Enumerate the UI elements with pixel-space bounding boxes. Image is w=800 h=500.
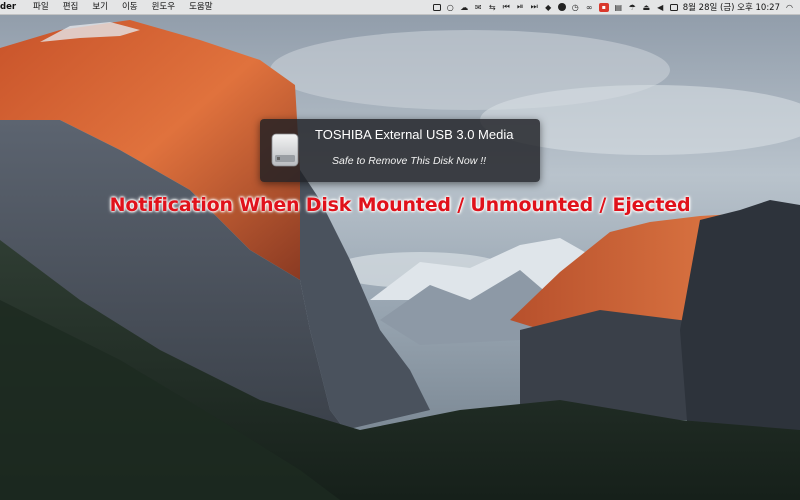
- app-menu[interactable]: der: [0, 0, 26, 14]
- text-input-icon[interactable]: [669, 3, 678, 11]
- menu-bar: der 파일 편집 보기 이동 윈도우 도움말 ○ ☁ ✉ ⇆ ⏮ ⏯ ⏭ ◆ …: [0, 0, 800, 15]
- cloud-icon[interactable]: ☁: [460, 3, 469, 12]
- next-track-icon[interactable]: ⏭: [530, 2, 539, 12]
- glasses-icon[interactable]: ∞: [585, 3, 594, 12]
- menu-bar-status: ○ ☁ ✉ ⇆ ⏮ ⏯ ⏭ ◆ ◷ ∞ ▪ ▤ ☂ ⏏ ◀ 8월 28일 (금)…: [432, 0, 800, 14]
- disk-notification[interactable]: TOSHIBA External USB 3.0 Media Safe to R…: [260, 119, 540, 182]
- menu-window[interactable]: 윈도우: [145, 0, 182, 14]
- flip-icon[interactable]: ⇆: [488, 3, 497, 12]
- pdf-icon[interactable]: ▪: [598, 2, 609, 12]
- desktop: [0, 0, 800, 500]
- feature-caption: Notification When Disk Mounted / Unmount…: [109, 194, 691, 216]
- volume-icon[interactable]: ◀: [656, 3, 665, 12]
- dropbox-icon[interactable]: ◆: [544, 3, 553, 12]
- menu-bar-left: der 파일 편집 보기 이동 윈도우 도움말: [0, 0, 220, 14]
- lightning-icon[interactable]: [557, 3, 566, 11]
- play-pause-icon[interactable]: ⏯: [516, 2, 525, 12]
- external-disk-icon: [271, 133, 299, 167]
- clock-datetime[interactable]: 8월 28일 (금) 오후 10:27: [683, 1, 780, 13]
- chat-icon[interactable]: ✉: [474, 3, 483, 12]
- menu-go[interactable]: 이동: [115, 0, 145, 14]
- eject-icon[interactable]: ⏏: [642, 3, 651, 12]
- circle-icon[interactable]: ○: [446, 3, 455, 12]
- menu-view[interactable]: 보기: [85, 0, 115, 14]
- menu-edit[interactable]: 편집: [56, 0, 86, 14]
- menu-file[interactable]: 파일: [26, 0, 56, 14]
- clipboard-icon[interactable]: ▤: [614, 3, 623, 12]
- prev-track-icon[interactable]: ⏮: [502, 2, 511, 12]
- desktop-wallpaper: [0, 0, 800, 500]
- umbrella-icon[interactable]: ☂: [628, 3, 637, 12]
- clock-icon[interactable]: ◷: [571, 3, 580, 12]
- notification-message: Safe to Remove This Disk Now !!: [332, 155, 487, 167]
- wifi-icon[interactable]: ◠: [785, 3, 794, 12]
- box-icon[interactable]: [432, 3, 441, 11]
- notification-title: TOSHIBA External USB 3.0 Media: [315, 127, 514, 142]
- menu-help[interactable]: 도움말: [182, 0, 219, 14]
